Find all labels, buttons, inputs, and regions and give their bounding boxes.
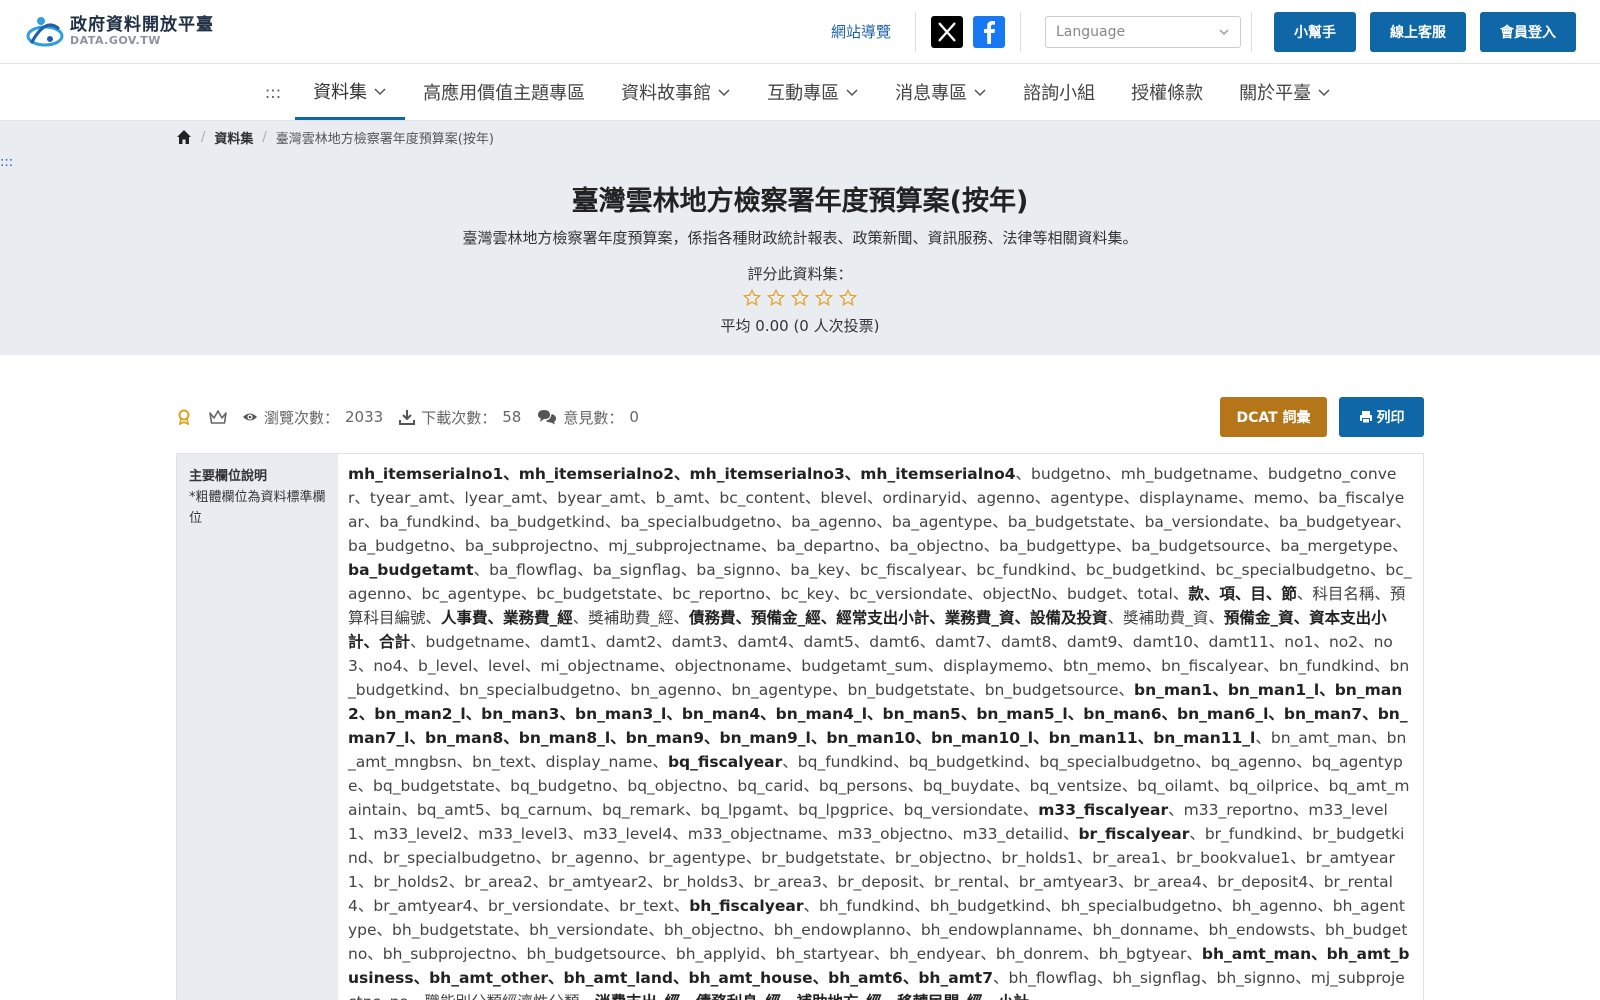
chevron-down-icon (1318, 89, 1330, 97)
nav-item-advisory[interactable]: 諮詢小組 (1005, 64, 1113, 120)
online-service-button[interactable]: 線上客服 (1370, 11, 1466, 52)
standard-field-names: bq_fiscalyear (667, 753, 783, 771)
sitemap-link[interactable]: 網站導覽 (831, 21, 891, 42)
nav-item-label: 資料集 (313, 81, 368, 103)
nav-item-about[interactable]: 關於平臺 (1221, 64, 1349, 120)
access-key-content[interactable]: ::: (0, 155, 13, 170)
printer-icon (1359, 411, 1372, 424)
chevron-down-icon (718, 89, 730, 97)
download-count-value: 58 (502, 408, 522, 426)
download-count-label: 下載次數： (421, 408, 497, 427)
x-twitter-icon[interactable] (931, 15, 963, 48)
chevron-down-icon (374, 87, 386, 95)
standard-field-names: m33_fiscalyear (1038, 801, 1169, 819)
dcat-vocabulary-button[interactable]: DCAT 詞彙 (1220, 397, 1327, 437)
nav-item-label: 消息專區 (895, 83, 968, 104)
comment-count-value: 0 (629, 408, 639, 426)
main-fields-table: 主要欄位說明 *粗體欄位為資料標準欄位 mh_itemserialno1、mh_… (176, 453, 1424, 1000)
logo-subtitle: DATA.GOV.TW (70, 33, 161, 47)
main-nav: ::: 資料集 高應用價值主題專區 資料故事館 互動專區 消息專區 諮詢小組 授… (0, 64, 1600, 121)
rating-stars (0, 289, 1600, 307)
star-icon[interactable] (791, 289, 809, 307)
fields-value-cell: mh_itemserialno1、mh_itemserialno2、mh_ite… (338, 454, 1423, 1000)
rate-label: 評分此資料集： (747, 265, 853, 283)
header-divider (915, 11, 916, 52)
field-names: 、獎補助費_資、 (1107, 609, 1224, 627)
helper-button[interactable]: 小幫手 (1274, 11, 1356, 52)
dataset-description: 臺灣雲林地方檢察署年度預算案，係指各種財政統計報表、政策新聞、資訊服務、法律等相… (462, 229, 1138, 247)
access-key-nav[interactable]: ::: (251, 64, 295, 120)
nav-item-label: 高應用價值主題專區 (423, 83, 586, 104)
standard-field-names: 人事費、業務費_經 (441, 609, 573, 627)
language-select[interactable]: Language (1045, 15, 1241, 48)
star-icon[interactable] (767, 289, 785, 307)
award-badge-icon (178, 409, 190, 425)
nav-item-label: 諮詢小組 (1023, 83, 1096, 104)
fields-label-title: 主要欄位說明 (189, 469, 268, 484)
comment-count-label: 意見數： (563, 408, 624, 427)
chevron-down-icon (974, 89, 986, 97)
standard-field-names: 款、項、目、節 (1188, 585, 1297, 603)
nav-item-stories[interactable]: 資料故事館 (603, 64, 749, 120)
nav-item-news[interactable]: 消息專區 (877, 64, 1005, 120)
nav-item-label: 互動專區 (767, 83, 840, 104)
chevron-down-icon (846, 89, 858, 97)
top-header: 政府資料開放平臺 DATA.GOV.TW 網站導覽 Language 小幫手 線… (0, 0, 1600, 64)
dataset-stats: 瀏覽次數： 2033 下載次數： 58 意見數： 0 DCAT 詞彙 列印 (176, 397, 1424, 437)
nav-item-license[interactable]: 授權條款 (1113, 64, 1221, 120)
facebook-icon[interactable] (973, 15, 1005, 48)
nav-item-label: 關於平臺 (1239, 83, 1312, 104)
download-icon (399, 410, 416, 425)
standard-field-names: br_fiscalyear (1078, 825, 1190, 843)
breadcrumb-separator: / (201, 129, 206, 145)
page-title: 臺灣雲林地方檢察署年度預算案(按年) (571, 186, 1029, 217)
breadcrumb-current: 臺灣雲林地方檢察署年度預算案(按年) (275, 131, 494, 147)
print-button[interactable]: 列印 (1339, 397, 1424, 437)
standard-field-names: bh_fiscalyear (689, 897, 804, 915)
nav-item-interaction[interactable]: 互動專區 (749, 64, 877, 120)
download-count: 下載次數： 58 (399, 407, 521, 428)
nav-item-high-value[interactable]: 高應用價值主題專區 (405, 64, 603, 120)
rating-average: 平均 0.00 (0 人次投票) (720, 317, 880, 335)
dataset-hero: / 資料集 / 臺灣雲林地方檢察署年度預算案(按年) ::: 臺灣雲林地方檢察署… (0, 121, 1600, 355)
print-button-label: 列印 (1376, 410, 1405, 426)
star-icon[interactable] (839, 289, 857, 307)
header-divider (1020, 11, 1021, 52)
nav-item-datasets[interactable]: 資料集 (295, 64, 406, 120)
home-icon[interactable] (176, 129, 192, 145)
site-logo[interactable]: 政府資料開放平臺 DATA.GOV.TW (24, 12, 214, 52)
breadcrumb-datasets-link[interactable]: 資料集 (214, 128, 253, 147)
member-login-button[interactable]: 會員登入 (1480, 11, 1576, 52)
standard-field-names: mh_itemserialno1、mh_itemserialno2、mh_ite… (348, 465, 1016, 483)
view-count-value: 2033 (345, 408, 384, 426)
star-icon[interactable] (815, 289, 833, 307)
comments-icon (538, 410, 557, 425)
breadcrumb-separator: / (262, 129, 267, 145)
chevron-down-icon (1219, 28, 1229, 35)
star-icon[interactable] (743, 289, 761, 307)
header-divider (1251, 11, 1252, 52)
crown-icon (209, 410, 227, 424)
standard-field-names: 消費支出_經、債務利息_經、補助地方_經、移轉民間_經、小計 (595, 993, 1029, 1000)
fields-label-cell: 主要欄位說明 *粗體欄位為資料標準欄位 (177, 454, 338, 1000)
eye-icon (243, 413, 257, 421)
nav-item-label: 資料故事館 (621, 83, 712, 104)
view-count: 瀏覽次數： 2033 (242, 407, 383, 428)
fields-label-note: *粗體欄位為資料標準欄位 (189, 490, 326, 526)
field-names: 、獎補助費_經、 (572, 609, 690, 627)
logo-title: 政府資料開放平臺 (70, 14, 214, 35)
standard-field-names: 債務費、預備金_經、經常支出小計、業務費_資、設備及投資 (689, 609, 1108, 627)
comment-count: 意見數： 0 (537, 407, 639, 428)
standard-field-names: ba_budgetamt (348, 561, 474, 579)
breadcrumb: / 資料集 / 臺灣雲林地方檢察署年度預算案(按年) (176, 127, 494, 147)
nav-item-label: 授權條款 (1131, 83, 1204, 104)
logo-mark-icon (26, 16, 64, 46)
language-select-value: Language (1056, 23, 1126, 40)
view-count-label: 瀏覽次數： (264, 408, 340, 427)
